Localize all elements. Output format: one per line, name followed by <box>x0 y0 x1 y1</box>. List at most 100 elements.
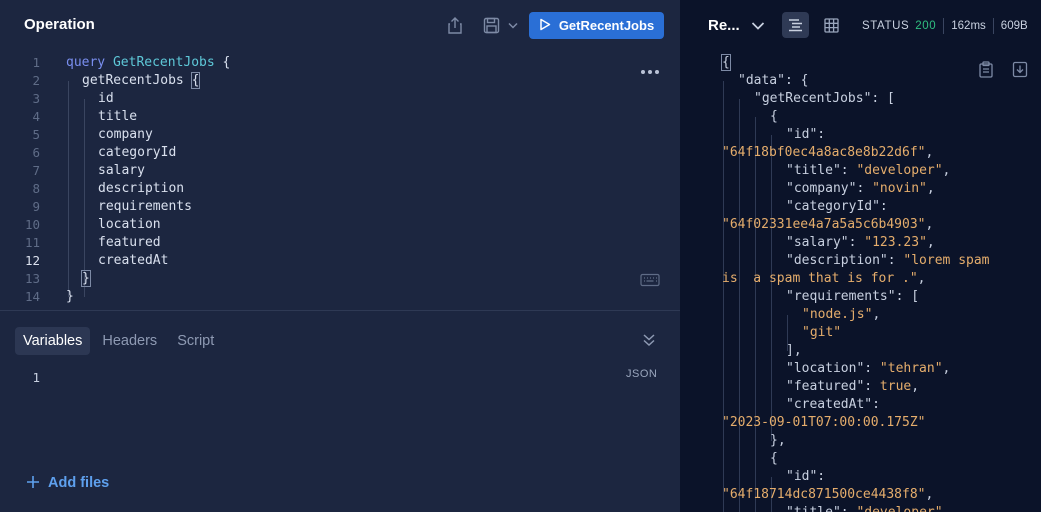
json-line: "64f18714dc871500ce4438f8", <box>722 486 933 504</box>
operation-panel: Operation GetRecentJobs 1 query GetRecen… <box>0 0 680 512</box>
json-line: "description": "lorem spam <box>786 252 990 270</box>
json-token: "64f02331ee4a7a5a5c6b4903" <box>722 217 926 232</box>
json-token: "categoryId": <box>786 199 888 214</box>
json-line: "getRecentJobs": [ <box>754 90 895 108</box>
json-line: "location": "tehran", <box>786 360 950 378</box>
run-query-button[interactable]: GetRecentJobs <box>529 12 664 39</box>
add-files-button[interactable]: Add files <box>26 474 109 492</box>
json-token: "getRecentJobs": [ <box>754 91 895 106</box>
code-token: title <box>98 109 138 124</box>
code-text: query GetRecentJobs { <box>66 54 230 72</box>
code-line: 4 title <box>0 108 640 126</box>
more-icon[interactable] <box>640 66 660 75</box>
json-token: "salary": <box>786 235 865 250</box>
chevron-down-icon[interactable] <box>751 18 765 36</box>
list-view-icon[interactable] <box>782 12 809 38</box>
code-line: 7 salary <box>0 162 640 180</box>
json-line: "64f18bf0ec4a8ac8e8b22d6f", <box>722 144 933 162</box>
json-token: "2023-09-01T07:00:00.175Z" <box>722 415 926 430</box>
json-token: "description": <box>786 253 904 268</box>
json-token: , <box>872 307 881 322</box>
response-panel: Re... STATUS 200 162ms 609B { "data": { "g… <box>680 0 1041 512</box>
json-token: "novin" <box>872 181 927 196</box>
json-line: "salary": "123.23", <box>786 234 935 252</box>
share-icon[interactable] <box>445 15 465 35</box>
code-line: 3 id <box>0 90 640 108</box>
json-line: "id": <box>786 126 825 144</box>
json-token: }, <box>770 433 786 448</box>
collapse-icon[interactable] <box>641 332 657 353</box>
code-token: } <box>66 289 74 304</box>
plus-icon <box>26 474 40 492</box>
code-text: location <box>98 216 161 234</box>
tab-headers[interactable]: Headers <box>94 327 165 355</box>
response-time: 162ms <box>951 20 986 32</box>
code-text: getRecentJobs { <box>82 72 201 90</box>
json-line: { <box>721 54 731 72</box>
json-token: , <box>925 145 934 160</box>
response-status: STATUS 200 162ms 609B <box>862 18 1028 34</box>
json-token: "id": <box>786 127 826 142</box>
line-number: 12 <box>24 253 40 268</box>
chevron-down-icon[interactable] <box>506 17 520 33</box>
line-number: 3 <box>32 91 40 106</box>
code-text: } <box>81 270 91 288</box>
query-editor[interactable]: 1 query GetRecentJobs {2 getRecentJobs {3 i… <box>0 54 680 308</box>
json-token: "location": <box>786 361 880 376</box>
json-line: "categoryId": <box>786 198 888 216</box>
copy-icon[interactable] <box>978 61 994 83</box>
code-token: GetRecentJobs <box>112 55 215 70</box>
json-line: "git" <box>802 324 841 342</box>
editor-tabs: Variables Headers Script <box>15 327 222 355</box>
json-token: { <box>770 451 778 466</box>
json-token: is a spam that is for ." <box>722 271 918 286</box>
json-token: "data": { <box>738 73 809 88</box>
code-token: featured <box>98 235 161 250</box>
json-token: "tehran" <box>879 361 943 376</box>
response-json-viewer[interactable]: {"data": {"getRecentJobs": [{"id": "64f18… <box>680 54 1041 512</box>
json-line: "id": <box>786 468 825 486</box>
json-token: { <box>721 54 731 71</box>
code-line: 2 getRecentJobs { <box>0 72 640 90</box>
status-label: STATUS <box>862 20 910 32</box>
code-text: } <box>66 288 74 306</box>
code-text: description <box>98 180 184 198</box>
json-line: "64f02331ee4a7a5a5c6b4903", <box>722 216 933 234</box>
json-token: "featured": <box>786 379 880 394</box>
json-line: "requirements": [ <box>786 288 919 306</box>
json-token: "git" <box>802 325 842 340</box>
code-token: } <box>81 270 91 287</box>
code-text: requirements <box>98 198 192 216</box>
code-line: 10 location <box>0 216 640 234</box>
json-token: "lorem spam <box>903 253 990 268</box>
code-token: company <box>98 127 153 142</box>
json-token: "64f18714dc871500ce4438f8" <box>722 487 926 502</box>
code-line: 5 company <box>0 126 640 144</box>
json-token: "64f18bf0ec4a8ac8e8b22d6f" <box>722 145 926 160</box>
table-view-icon[interactable] <box>818 12 845 38</box>
code-text: id <box>98 90 114 108</box>
code-line: 11 featured <box>0 234 640 252</box>
json-line: "data": { <box>738 72 808 90</box>
keyboard-icon[interactable] <box>640 273 660 292</box>
json-line: { <box>770 108 778 126</box>
save-icon[interactable] <box>481 15 501 35</box>
code-text: company <box>98 126 153 144</box>
line-number: 1 <box>32 55 40 70</box>
indent-guide <box>771 135 772 441</box>
tab-variables[interactable]: Variables <box>15 327 91 355</box>
code-text: title <box>98 108 137 126</box>
json-line: "createdAt": <box>786 396 880 414</box>
json-token: "company": <box>786 181 873 196</box>
download-icon[interactable] <box>1012 61 1028 83</box>
json-line: ], <box>786 342 802 360</box>
json-token: "node.js" <box>802 307 873 322</box>
response-size: 609B <box>1000 20 1028 32</box>
tab-script[interactable]: Script <box>169 327 222 355</box>
response-title: Re... <box>708 17 740 34</box>
json-line: "company": "novin", <box>786 180 935 198</box>
code-line: 14} <box>0 288 640 306</box>
code-line: 8 description <box>0 180 640 198</box>
json-line: "title": "developer", <box>786 162 950 180</box>
code-token: { <box>214 55 231 70</box>
